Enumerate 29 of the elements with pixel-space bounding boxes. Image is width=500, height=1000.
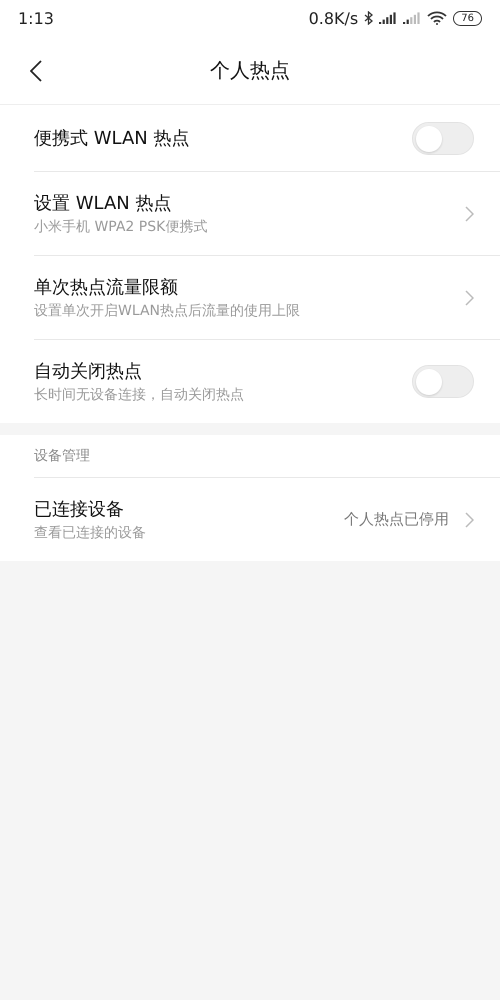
status-time: 1:13 — [18, 8, 54, 28]
row-title: 便携式 WLAN 热点 — [34, 127, 190, 150]
row-value: 个人热点已停用 — [344, 510, 449, 529]
row-title: 设置 WLAN 热点 — [34, 192, 172, 215]
settings-row[interactable]: 便携式 WLAN 热点 — [34, 105, 500, 171]
row-title: 单次热点流量限额 — [34, 276, 179, 299]
chevron-icon — [465, 512, 474, 528]
row-subtitle: 小米手机 WPA2 PSK便携式 — [34, 218, 208, 236]
bluetooth-icon — [364, 11, 374, 25]
settings-row[interactable]: 单次热点流量限额 设置单次开启WLAN热点后流量的使用上限 — [34, 255, 500, 339]
toggle-switch[interactable] — [412, 122, 474, 154]
section-heading: 设备管理 — [34, 448, 90, 464]
row-subtitle: 长时间无设备连接，自动关闭热点 — [34, 386, 245, 404]
row-title: 自动关闭热点 — [34, 360, 143, 383]
row-subtitle: 查看已连接的设备 — [34, 524, 147, 542]
page-title: 个人热点 — [210, 56, 290, 84]
chevron-icon — [465, 290, 474, 306]
signal-icon — [379, 12, 398, 24]
battery-level: 76 — [453, 10, 482, 26]
row-title: 已连接设备 — [34, 498, 125, 521]
settings-row[interactable]: 设置 WLAN 热点 小米手机 WPA2 PSK便携式 — [34, 171, 500, 255]
row-subtitle: 设置单次开启WLAN热点后流量的使用上限 — [34, 302, 302, 320]
wifi-icon — [427, 11, 448, 25]
settings-row[interactable]: 自动关闭热点 长时间无设备连接，自动关闭热点 — [34, 339, 500, 423]
settings-row[interactable]: 已连接设备 查看已连接的设备 个人热点已停用 — [34, 477, 500, 561]
network-speed: 0.8K/s — [308, 8, 358, 28]
signal-icon — [403, 12, 422, 24]
toggle-switch[interactable] — [412, 365, 474, 398]
chevron-icon — [465, 206, 474, 222]
